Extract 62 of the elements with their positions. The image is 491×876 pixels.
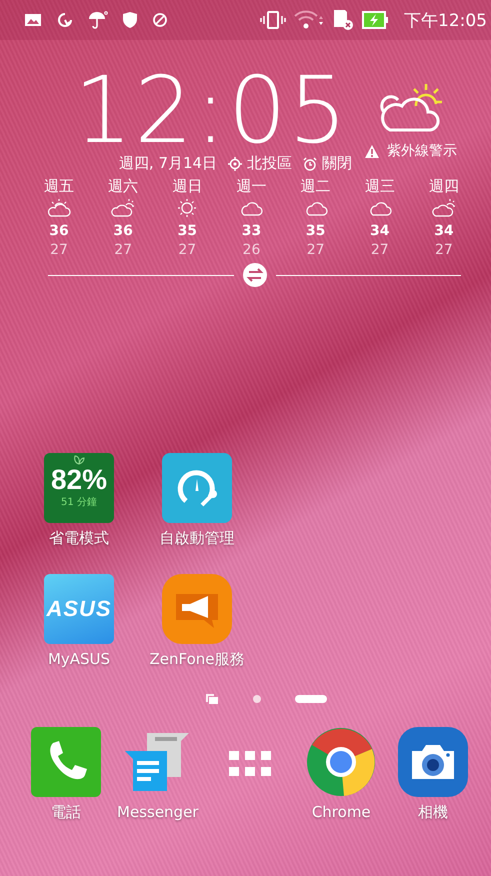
low-temperature: 27 xyxy=(178,242,196,258)
battery-charging-icon xyxy=(362,11,390,29)
forecast-day: 週日 xyxy=(172,177,202,196)
phone-app-icon[interactable] xyxy=(31,727,101,797)
app-label[interactable]: ZenFone服務 xyxy=(149,650,245,669)
high-temperature: 35 xyxy=(306,223,326,239)
alarm-text: 關閉 xyxy=(322,154,352,173)
high-temperature: 36 xyxy=(113,223,133,239)
location-text: 北投區 xyxy=(247,154,292,173)
gauge-wrench-app-icon[interactable] xyxy=(162,453,232,523)
low-temperature: 27 xyxy=(306,242,325,258)
page-indicator[interactable] xyxy=(252,695,260,703)
forecast-day: 週二 xyxy=(300,177,331,196)
low-temperature: 27 xyxy=(435,242,453,258)
cloud-sun-icon xyxy=(111,198,136,218)
location-icon xyxy=(228,156,242,170)
low-temperature: 27 xyxy=(50,242,68,258)
high-temperature: 35 xyxy=(178,223,198,239)
forecast-day: 週六 xyxy=(108,177,138,196)
sun-icon xyxy=(176,198,198,218)
home-page-icon[interactable] xyxy=(204,693,218,705)
shield-icon xyxy=(122,11,138,29)
low-temperature: 27 xyxy=(114,242,132,258)
forecast-day: 週四 xyxy=(428,177,459,196)
warning-icon xyxy=(365,144,380,158)
forecast-day: 週一 xyxy=(236,177,266,196)
megaphone-app-icon[interactable] xyxy=(162,574,232,644)
status-time: 下午12:05 xyxy=(404,10,487,32)
alarm-clock-icon xyxy=(303,156,318,170)
sd-card-icon xyxy=(332,9,354,31)
sun-cloud-icon xyxy=(47,198,71,218)
app-label[interactable]: MyASUS xyxy=(48,650,110,668)
high-temperature: 33 xyxy=(242,223,262,239)
uv-warning-text: 紫外線警示 xyxy=(387,142,458,160)
blocked-icon xyxy=(152,12,168,28)
umbrella-icon xyxy=(88,11,108,29)
app-label[interactable]: Chrome xyxy=(312,803,371,821)
weather-icon[interactable] xyxy=(378,82,444,134)
app-label[interactable]: 自啟動管理 xyxy=(160,529,234,548)
asus-app-icon[interactable]: ASUS xyxy=(44,574,114,644)
low-temperature: 27 xyxy=(370,242,389,258)
cloud-sun-icon xyxy=(432,198,456,218)
page-indicator[interactable] xyxy=(294,695,326,703)
vibrate-icon xyxy=(260,10,286,30)
chrome-app-icon[interactable] xyxy=(306,727,376,797)
high-temperature: 34 xyxy=(370,223,390,239)
forecast-day: 週三 xyxy=(364,177,395,196)
image-icon xyxy=(24,13,42,27)
app-label[interactable]: Messenger xyxy=(117,803,198,821)
wifi-icon xyxy=(294,10,324,30)
app-label[interactable]: 相機 xyxy=(418,803,448,822)
camera-app-icon[interactable] xyxy=(398,727,468,797)
date-text: 週四, 7月14日 xyxy=(118,154,218,173)
low-temperature: 26 xyxy=(242,242,260,258)
high-temperature: 36 xyxy=(49,223,69,239)
app-label[interactable]: 電話 xyxy=(51,803,81,822)
app-label[interactable]: 省電模式 xyxy=(49,529,109,548)
high-temperature: 34 xyxy=(434,223,454,239)
swap-icon[interactable] xyxy=(242,262,268,288)
forecast-day: 週五 xyxy=(44,177,74,196)
gauge-icon xyxy=(56,11,74,29)
power-saver-app-icon[interactable]: 82% 51 分鐘 xyxy=(44,453,114,523)
